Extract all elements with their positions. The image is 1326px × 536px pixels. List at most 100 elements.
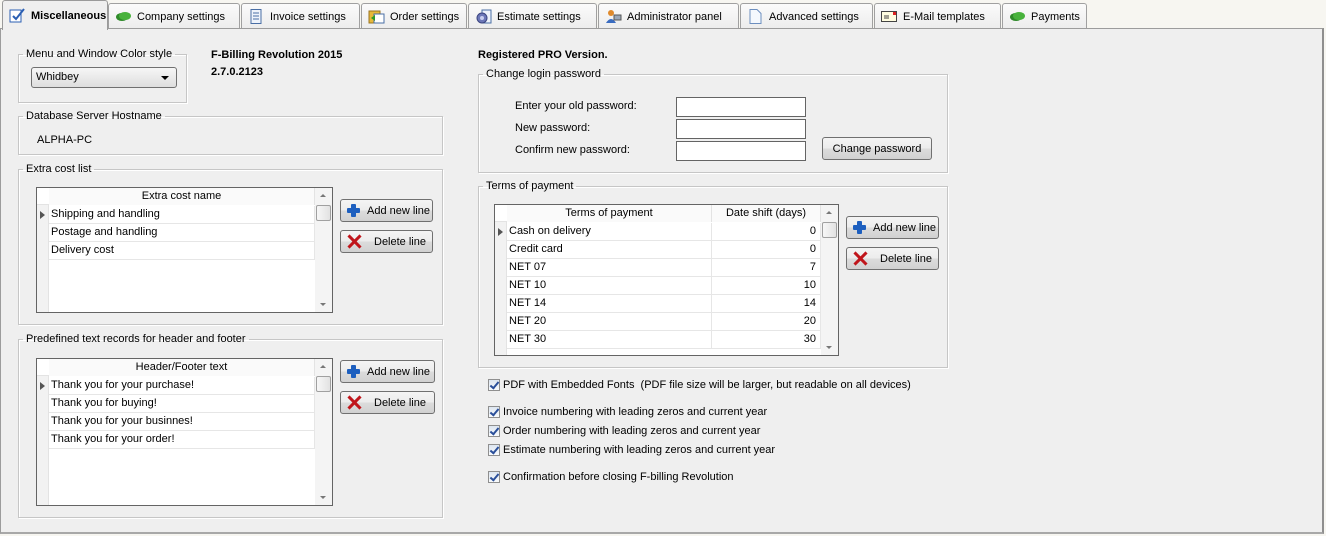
table-row[interactable]: Thank you for buying! <box>37 395 315 413</box>
tab-advanced-settings[interactable]: Advanced settings <box>740 3 873 29</box>
new-password-input[interactable] <box>676 119 806 139</box>
confirm-password-label: Confirm new password: <box>515 144 630 156</box>
tab-estimate-settings[interactable]: Estimate settings <box>468 3 597 29</box>
terms-cell[interactable]: Cash on delivery <box>507 223 712 241</box>
header-footer-delete-button[interactable]: Delete line <box>340 391 435 414</box>
table-row[interactable]: Cash on delivery 0 <box>495 223 821 241</box>
table-row[interactable]: Thank you for your purchase! <box>37 377 315 395</box>
plus-icon <box>853 221 866 234</box>
tab-label: Administrator panel <box>627 10 722 23</box>
plus-icon <box>347 365 360 378</box>
checkbox-checked-icon[interactable] <box>488 406 500 418</box>
option-label: PDF with Embedded Fonts (PDF file size w… <box>503 379 911 391</box>
tab-payments[interactable]: Payments <box>1002 3 1087 29</box>
terms-cell[interactable]: NET 14 <box>507 295 712 313</box>
date-shift-cell[interactable]: 10 <box>712 277 821 295</box>
terms-cell[interactable]: NET 30 <box>507 331 712 349</box>
table-row[interactable]: NET 14 14 <box>495 295 821 313</box>
terms-add-button[interactable]: Add new line <box>846 216 939 239</box>
column-header-terms[interactable]: Terms of payment <box>507 205 712 222</box>
scroll-thumb[interactable] <box>822 222 837 238</box>
color-style-value: Whidbey <box>36 71 79 83</box>
terms-cell[interactable]: Credit card <box>507 241 712 259</box>
header-footer-text-cell[interactable]: Thank you for buying! <box>49 395 315 413</box>
confirm-password-input[interactable] <box>676 141 806 161</box>
table-row[interactable]: Postage and handling <box>37 224 315 242</box>
terms-of-payment-grid[interactable]: Terms of payment Date shift (days) Cash … <box>494 204 839 356</box>
tab-miscellaneous[interactable]: Miscellaneous <box>2 0 108 30</box>
terms-delete-button[interactable]: Delete line <box>846 247 939 270</box>
vertical-scrollbar[interactable] <box>821 205 838 355</box>
header-footer-text-cell[interactable]: Thank you for your businnes! <box>49 413 315 431</box>
option-label: Confirmation before closing F-billing Re… <box>503 471 734 483</box>
option-invoice-numbering[interactable]: Invoice numbering with leading zeros and… <box>488 406 767 418</box>
new-password-label: New password: <box>515 122 591 134</box>
option-order-numbering[interactable]: Order numbering with leading zeros and c… <box>488 425 760 437</box>
header-footer-text-cell[interactable]: Thank you for your purchase! <box>49 377 315 395</box>
tab-order-settings[interactable]: Order settings <box>361 3 467 29</box>
extra-cost-delete-button[interactable]: Delete line <box>340 230 433 253</box>
scroll-down-icon[interactable] <box>320 496 326 499</box>
checkbox-checked-icon[interactable] <box>488 444 500 456</box>
extra-cost-name-cell[interactable]: Postage and handling <box>49 224 315 242</box>
tab-administrator-panel[interactable]: Administrator panel <box>598 3 739 29</box>
vertical-scrollbar[interactable] <box>315 359 332 505</box>
table-row[interactable]: Delivery cost <box>37 242 315 260</box>
scroll-down-icon[interactable] <box>320 303 326 306</box>
scroll-thumb[interactable] <box>316 376 331 392</box>
terms-cell[interactable]: NET 10 <box>507 277 712 295</box>
terms-cell[interactable]: NET 20 <box>507 313 712 331</box>
vertical-scrollbar[interactable] <box>315 188 332 312</box>
column-header-extra-cost-name[interactable]: Extra cost name <box>49 188 315 205</box>
date-shift-cell[interactable]: 7 <box>712 259 821 277</box>
date-shift-cell[interactable]: 20 <box>712 313 821 331</box>
date-shift-cell[interactable]: 14 <box>712 295 821 313</box>
tab-invoice-settings[interactable]: Invoice settings <box>241 3 360 29</box>
table-row[interactable]: Shipping and handling <box>37 206 315 224</box>
tab-label: Advanced settings <box>769 10 859 23</box>
scroll-up-icon[interactable] <box>320 194 326 197</box>
scroll-thumb[interactable] <box>316 205 331 221</box>
button-label: Add new line <box>367 365 430 378</box>
chevron-down-icon <box>161 76 169 80</box>
table-row[interactable]: Thank you for your businnes! <box>37 413 315 431</box>
tab-email-templates[interactable]: E-Mail templates <box>874 3 1001 29</box>
date-shift-cell[interactable]: 0 <box>712 241 821 259</box>
change-password-button[interactable]: Change password <box>822 137 932 160</box>
table-row[interactable]: NET 30 30 <box>495 331 821 349</box>
header-footer-text-cell[interactable]: Thank you for your order! <box>49 431 315 449</box>
extra-cost-grid[interactable]: Extra cost name Shipping and handling Po… <box>36 187 333 313</box>
column-header-date-shift[interactable]: Date shift (days) <box>712 205 821 222</box>
extra-cost-name-cell[interactable]: Shipping and handling <box>49 206 315 224</box>
extra-cost-name-cell[interactable]: Delivery cost <box>49 242 315 260</box>
checkbox-checked-icon[interactable] <box>488 471 500 483</box>
date-shift-cell[interactable]: 0 <box>712 223 821 241</box>
column-header-header-footer-text[interactable]: Header/Footer text <box>49 359 315 376</box>
blank-document-icon <box>747 9 764 24</box>
header-footer-add-button[interactable]: Add new line <box>340 360 435 383</box>
table-row[interactable]: NET 07 7 <box>495 259 821 277</box>
tab-company-settings[interactable]: Company settings <box>108 3 240 29</box>
header-footer-grid[interactable]: Header/Footer text Thank you for your pu… <box>36 358 333 506</box>
table-row[interactable]: NET 10 10 <box>495 277 821 295</box>
current-row-indicator-icon <box>40 382 45 390</box>
option-label: Order numbering with leading zeros and c… <box>503 425 761 437</box>
option-confirm-closing[interactable]: Confirmation before closing F-billing Re… <box>488 471 734 483</box>
checkbox-checked-icon[interactable] <box>488 425 500 437</box>
checkbox-checked-icon[interactable] <box>488 379 500 391</box>
scroll-up-icon[interactable] <box>320 365 326 368</box>
scroll-down-icon[interactable] <box>826 346 832 349</box>
color-style-select[interactable]: Whidbey <box>31 67 177 88</box>
option-pdf-embedded-fonts[interactable]: PDF with Embedded Fonts (PDF file size w… <box>488 379 911 391</box>
table-row[interactable]: Thank you for your order! <box>37 431 315 449</box>
table-row[interactable]: NET 20 20 <box>495 313 821 331</box>
button-label: Add new line <box>873 221 936 234</box>
terms-cell[interactable]: NET 07 <box>507 259 712 277</box>
old-password-input[interactable] <box>676 97 806 117</box>
delete-x-icon <box>347 234 362 249</box>
option-estimate-numbering[interactable]: Estimate numbering with leading zeros an… <box>488 444 775 456</box>
date-shift-cell[interactable]: 30 <box>712 331 821 349</box>
table-row[interactable]: Credit card 0 <box>495 241 821 259</box>
scroll-up-icon[interactable] <box>826 211 832 214</box>
extra-cost-add-button[interactable]: Add new line <box>340 199 433 222</box>
